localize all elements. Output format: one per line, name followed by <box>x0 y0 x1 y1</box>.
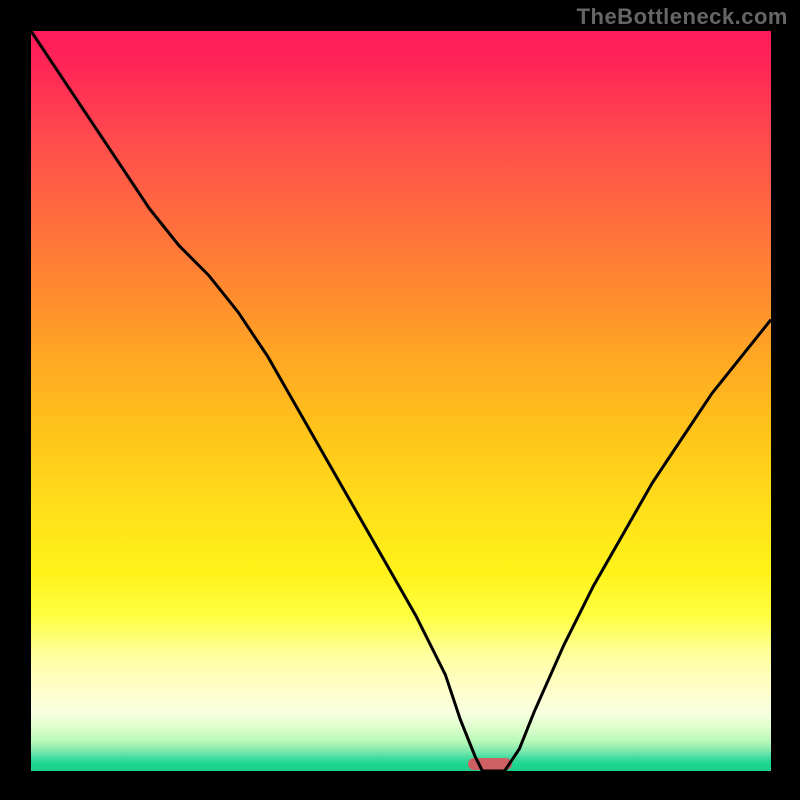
watermark-text: TheBottleneck.com <box>577 4 788 30</box>
heatmap-gradient <box>31 31 771 771</box>
optimal-marker <box>468 758 512 770</box>
plot-area <box>31 31 771 771</box>
chart-container: TheBottleneck.com <box>0 0 800 800</box>
